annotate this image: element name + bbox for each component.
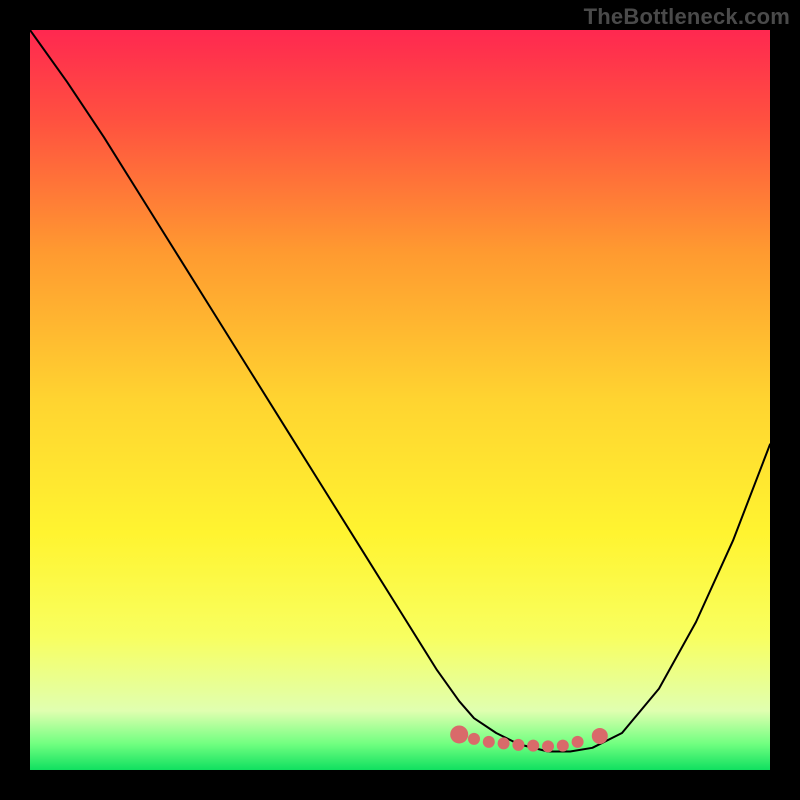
flat-marker-dot [527, 740, 539, 752]
flat-marker-dot [572, 736, 584, 748]
flat-marker-dot [557, 740, 569, 752]
watermark-text: TheBottleneck.com [584, 4, 790, 30]
chart-svg [30, 30, 770, 770]
chart-frame: TheBottleneck.com [0, 0, 800, 800]
plot-area [30, 30, 770, 770]
flat-marker-dot [450, 725, 468, 743]
flat-marker-dot [592, 728, 608, 744]
flat-marker-dot [498, 737, 510, 749]
flat-marker-dot [512, 739, 524, 751]
flat-marker-dot [542, 740, 554, 752]
gradient-background [30, 30, 770, 770]
flat-marker-dot [468, 733, 480, 745]
flat-marker-dot [483, 736, 495, 748]
